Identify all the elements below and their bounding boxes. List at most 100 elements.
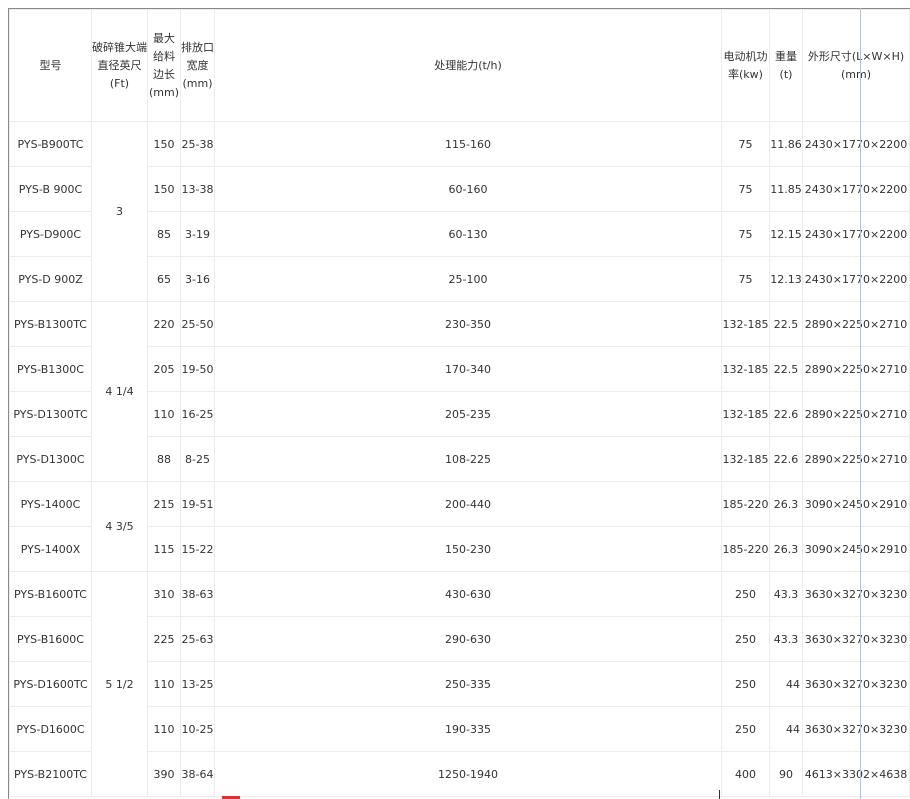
cell-weight: 26.3: [769, 526, 803, 572]
cell-max-feed: 225: [147, 616, 181, 662]
cell-motor: 185-220: [721, 526, 770, 572]
cell-weight: 44: [769, 661, 803, 707]
cell-motor: 250: [721, 571, 770, 617]
header-max-feed: 最大给料边长(mm): [147, 9, 181, 122]
cell-weight: 43.3: [769, 616, 803, 662]
cell-discharge: 3-19: [180, 211, 215, 257]
cell-weight: 11.85: [769, 166, 803, 212]
cell-weight: 44: [769, 706, 803, 752]
divider: [719, 790, 720, 799]
cell-capacity: 170-340: [214, 346, 722, 392]
cell-model: PYS-B1600TC: [9, 571, 92, 617]
cell-dimensions: 2890×2250×2710: [802, 346, 910, 392]
cell-capacity: 430-630: [214, 571, 722, 617]
cell-capacity: 230-350: [214, 301, 722, 347]
cell-dimensions: 3630×3270×3230: [802, 616, 910, 662]
cell-weight: 22.5: [769, 346, 803, 392]
cell-discharge: 10-25: [180, 706, 215, 752]
column-guide-line: [860, 8, 861, 799]
cell-model: PYS-D900C: [9, 211, 92, 257]
cell-discharge: 16-25: [180, 391, 215, 437]
cell-weight: 12.15: [769, 211, 803, 257]
header-model: 型号: [9, 9, 92, 122]
cell-discharge: 3-16: [180, 256, 215, 302]
cell-cone-diameter: 5 1/2: [91, 571, 148, 797]
cell-weight: 26.3: [769, 481, 803, 527]
cell-weight: 22.6: [769, 436, 803, 482]
cell-capacity: 205-235: [214, 391, 722, 437]
spec-table: 型号 破碎锥大端直径英尺(Ft) 最大给料边长(mm) 排放口宽度(mm) 处理…: [9, 9, 910, 797]
cell-max-feed: 150: [147, 166, 181, 212]
cell-capacity: 1250-1940: [214, 751, 722, 797]
cell-dimensions: 2890×2250×2710: [802, 436, 910, 482]
cell-dimensions: 2890×2250×2710: [802, 301, 910, 347]
cell-dimensions: 3630×3270×3230: [802, 661, 910, 707]
cell-dimensions: 2430×1770×2200: [802, 121, 910, 167]
cell-model: PYS-B900TC: [9, 121, 92, 167]
cell-model: PYS-D1600C: [9, 706, 92, 752]
cell-motor: 250: [721, 706, 770, 752]
cell-capacity: 115-160: [214, 121, 722, 167]
cell-model: PYS-B1600C: [9, 616, 92, 662]
cell-max-feed: 88: [147, 436, 181, 482]
cell-model: PYS-B1300TC: [9, 301, 92, 347]
cell-weight: 43.3: [769, 571, 803, 617]
header-dimensions: 外形尺寸(L×W×H)(mm): [802, 9, 910, 122]
cell-weight: 11.86: [769, 121, 803, 167]
cell-capacity: 290-630: [214, 616, 722, 662]
header-discharge: 排放口宽度(mm): [180, 9, 215, 122]
cell-dimensions: 4613×3302×4638: [802, 751, 910, 797]
cell-weight: 22.6: [769, 391, 803, 437]
cell-max-feed: 65: [147, 256, 181, 302]
cell-dimensions: 2430×1770×2200: [802, 166, 910, 212]
cell-motor: 400: [721, 751, 770, 797]
cell-max-feed: 115: [147, 526, 181, 572]
cell-capacity: 190-335: [214, 706, 722, 752]
cell-motor: 132-185: [721, 436, 770, 482]
cell-motor: 75: [721, 256, 770, 302]
cell-weight: 22.5: [769, 301, 803, 347]
cell-discharge: 13-38: [180, 166, 215, 212]
table-row: PYS-1400C 4 3/5 215 19-51 200-440 185-22…: [9, 481, 910, 572]
cell-capacity: 250-335: [214, 661, 722, 707]
cell-discharge: 8-25: [180, 436, 215, 482]
cell-discharge: 38-63: [180, 571, 215, 617]
cell-capacity: 60-130: [214, 211, 722, 257]
cell-motor: 75: [721, 211, 770, 257]
cell-model: PYS-D1600TC: [9, 661, 92, 707]
cell-dimensions: 2890×2250×2710: [802, 391, 910, 437]
cell-model: PYS-B2100TC: [9, 751, 92, 797]
cell-dimensions: 3090×2450×2910: [802, 481, 910, 527]
header-weight: 重量(t): [769, 9, 803, 122]
cell-max-feed: 215: [147, 481, 181, 527]
table-row: PYS-B900TC 3 150 25-38 115-160 75 11.86 …: [9, 121, 910, 302]
cell-max-feed: 220: [147, 301, 181, 347]
cell-discharge: 25-50: [180, 301, 215, 347]
cell-cone-diameter: 3: [91, 121, 148, 302]
cell-cone-diameter: 4 1/4: [91, 301, 148, 482]
cell-dimensions: 2430×1770×2200: [802, 211, 910, 257]
cell-capacity: 200-440: [214, 481, 722, 527]
cell-discharge: 13-25: [180, 661, 215, 707]
cell-max-feed: 150: [147, 121, 181, 167]
table-row: PYS-B1600TC 5 1/2 310 38-63 430-630 250 …: [9, 571, 910, 797]
cell-motor: 250: [721, 616, 770, 662]
cell-motor: 132-185: [721, 301, 770, 347]
cell-model: PYS-D 900Z: [9, 256, 92, 302]
spec-table-frame: 型号 破碎锥大端直径英尺(Ft) 最大给料边长(mm) 排放口宽度(mm) 处理…: [8, 8, 910, 799]
cell-capacity: 60-160: [214, 166, 722, 212]
header-capacity: 处理能力(t/h): [214, 9, 722, 122]
cell-model: PYS-1400X: [9, 526, 92, 572]
cell-max-feed: 110: [147, 706, 181, 752]
cell-capacity: 150-230: [214, 526, 722, 572]
cell-motor: 250: [721, 661, 770, 707]
cell-discharge: 19-50: [180, 346, 215, 392]
cell-max-feed: 390: [147, 751, 181, 797]
header-row: 型号 破碎锥大端直径英尺(Ft) 最大给料边长(mm) 排放口宽度(mm) 处理…: [9, 9, 910, 122]
cell-motor: 75: [721, 166, 770, 212]
cell-capacity: 25-100: [214, 256, 722, 302]
cell-max-feed: 205: [147, 346, 181, 392]
cell-discharge: 15-22: [180, 526, 215, 572]
cell-max-feed: 110: [147, 661, 181, 707]
cell-dimensions: 3630×3270×3230: [802, 706, 910, 752]
